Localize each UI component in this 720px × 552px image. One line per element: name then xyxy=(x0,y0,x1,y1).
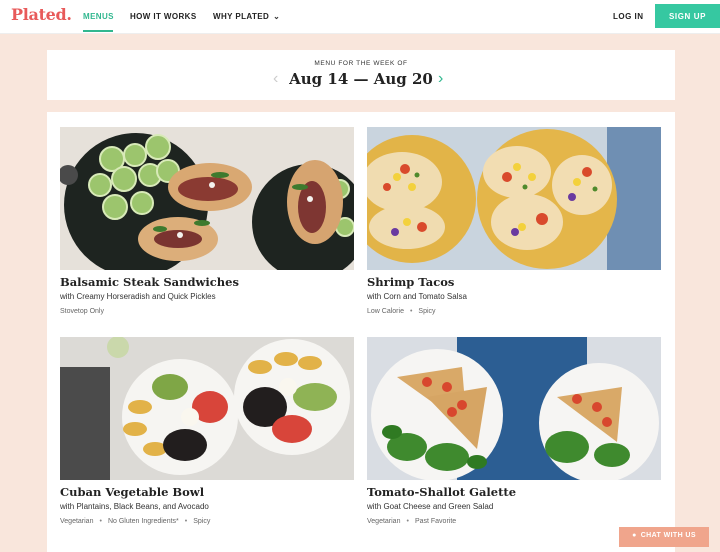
nav-why-plated-label: WHY PLATED xyxy=(213,12,270,21)
tag-separator: • xyxy=(409,308,413,315)
recipe-tags: Stovetop Only xyxy=(60,308,104,315)
chat-label: CHAT WITH US xyxy=(640,532,696,539)
nav-why-plated[interactable]: WHY PLATED ⌄ xyxy=(213,12,280,21)
chevron-down-icon: ⌄ xyxy=(273,12,281,21)
recipe-tag: Spicy xyxy=(193,518,211,525)
tag-separator: • xyxy=(184,518,188,525)
week-selector: MENU FOR THE WEEK OF ‹ Aug 14 — Aug 20 › xyxy=(47,50,675,100)
recipe-tags: Vegetarian • Past Favorite xyxy=(367,518,456,525)
week-range: Aug 14 — Aug 20 xyxy=(289,70,433,88)
recipe-subtitle: with Plantains, Black Beans, and Avocado xyxy=(60,502,209,511)
tag-separator: • xyxy=(406,518,409,525)
recipe-tag: Stovetop Only xyxy=(60,308,104,315)
chat-with-us-button[interactable]: ● CHAT WITH US xyxy=(619,527,709,547)
recipe-subtitle: with Creamy Horseradish and Quick Pickle… xyxy=(60,292,216,301)
recipe-subtitle: with Corn and Tomato Salsa xyxy=(367,292,467,301)
chat-bubble-icon: ● xyxy=(632,532,637,539)
recipe-tag: Vegetarian xyxy=(60,518,94,525)
nav-menus[interactable]: MENUS xyxy=(83,12,114,21)
login-link[interactable]: LOG IN xyxy=(613,12,644,21)
recipe-image-shrimp-tacos[interactable] xyxy=(367,127,661,270)
recipe-tag: No Gluten Ingredients* xyxy=(107,518,179,525)
recipe-tag: Spicy xyxy=(418,308,436,315)
week-label: MENU FOR THE WEEK OF xyxy=(314,60,408,67)
tag-separator: • xyxy=(99,518,102,525)
recipe-title[interactable]: Balsamic Steak Sandwiches xyxy=(60,275,239,289)
recipe-title[interactable]: Shrimp Tacos xyxy=(367,275,454,289)
recipe-tag: Low Calorie xyxy=(367,308,404,315)
recipe-tag: Vegetarian xyxy=(367,518,401,525)
recipe-tags: Vegetarian • No Gluten Ingredients* • Spicy xyxy=(60,518,210,525)
recipe-title[interactable]: Cuban Vegetable Bowl xyxy=(60,485,204,499)
recipe-tags: Low Calorie • Spicy xyxy=(367,308,436,315)
top-nav: Plated. MENUS HOW IT WORKS WHY PLATED ⌄ L… xyxy=(0,0,720,34)
nav-how-it-works[interactable]: HOW IT WORKS xyxy=(130,12,197,21)
plated-logo[interactable]: Plated. xyxy=(11,5,72,24)
recipe-subtitle: with Goat Cheese and Green Salad xyxy=(367,502,494,511)
recipe-tag: Past Favorite xyxy=(414,518,457,525)
recipe-image-steak-sandwich[interactable] xyxy=(60,127,354,270)
signup-button[interactable]: SIGN UP xyxy=(655,4,720,28)
recipe-image-galette[interactable] xyxy=(367,337,661,480)
chevron-right-icon[interactable]: › xyxy=(438,70,443,88)
recipe-title[interactable]: Tomato-Shallot Galette xyxy=(367,485,516,499)
nav-active-underline xyxy=(83,30,113,32)
menu-panel: Balsamic Steak Sandwiches with Creamy Ho… xyxy=(47,112,675,552)
recipe-image-cuban-bowl[interactable] xyxy=(60,337,354,480)
